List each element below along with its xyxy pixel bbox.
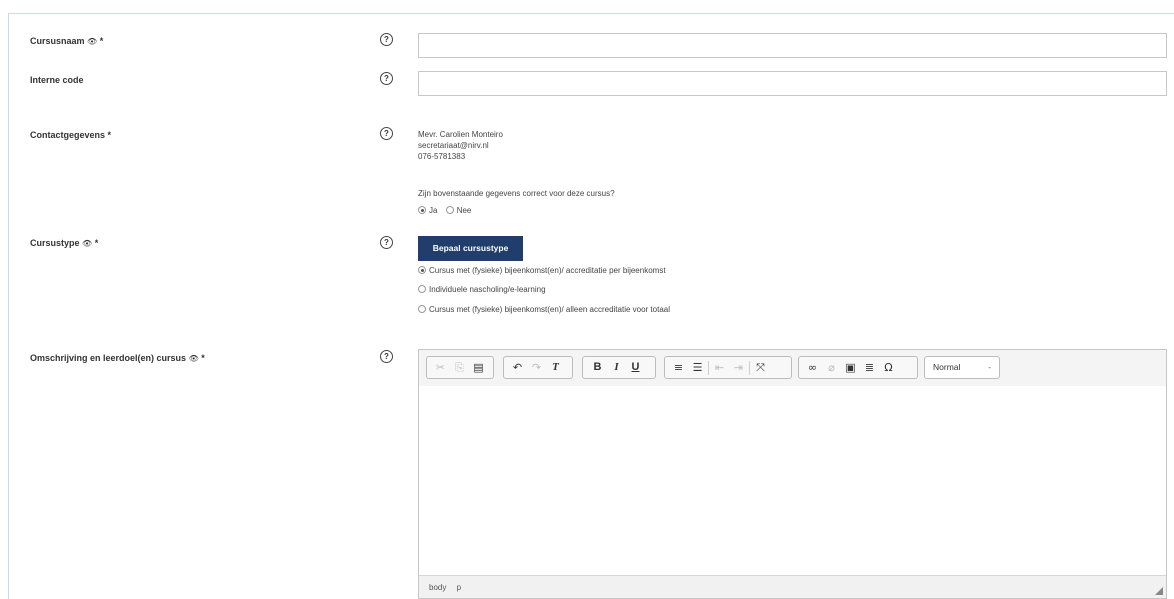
- bold-icon[interactable]: B: [588, 358, 607, 377]
- radio-ja-label: Ja: [429, 206, 438, 215]
- editor-toolbar: ✂ ⎘ ▤ ↶ ↷ T B I U ≡ ☰ ⇤ ⇥ ⤧ ∞ ⌀ ▣ ≣ Ω No…: [419, 350, 1166, 387]
- radio-checked-icon[interactable]: [418, 206, 426, 214]
- contact-phone: 076-5781383: [418, 152, 466, 161]
- cursusnaam-label-text: Cursusnaam: [30, 36, 85, 46]
- contactgegevens-label-text: Contactgegevens: [30, 130, 106, 140]
- help-icon[interactable]: ?: [380, 72, 393, 85]
- omschrijving-label-text: Omschrijving en leerdoel(en) cursus: [30, 353, 187, 363]
- cursustype-option-0[interactable]: Cursus met (fysieke) bijeenkomst(en)/ ac…: [418, 266, 666, 275]
- radio-unchecked-icon[interactable]: [418, 305, 426, 313]
- radio-unchecked-icon[interactable]: [418, 285, 426, 293]
- paste-icon[interactable]: ▤: [469, 358, 488, 377]
- resize-handle-icon[interactable]: [1155, 587, 1163, 595]
- cursustype-label: Cursustype 👁 *: [30, 238, 98, 248]
- outdent-icon[interactable]: ⇤: [710, 358, 729, 377]
- cursustype-option-label: Cursus met (fysieke) bijeenkomst(en)/ ac…: [429, 266, 666, 275]
- history-group: ↶ ↷ T: [503, 356, 573, 379]
- unlink-icon[interactable]: ⌀: [822, 358, 841, 377]
- radio-ja[interactable]: Ja: [418, 206, 437, 215]
- required-marker: *: [107, 130, 112, 140]
- path-item-p[interactable]: p: [457, 583, 461, 592]
- contact-question: Zijn bovenstaande gegevens correct voor …: [418, 189, 615, 198]
- path-item-body[interactable]: body: [429, 583, 446, 592]
- numbered-list-icon[interactable]: ≡: [669, 358, 688, 377]
- remove-format-icon[interactable]: T: [546, 358, 565, 377]
- toolbar-separator: [708, 360, 709, 375]
- rich-text-editor: ✂ ⎘ ▤ ↶ ↷ T B I U ≡ ☰ ⇤ ⇥ ⤧ ∞ ⌀ ▣ ≣ Ω No…: [418, 349, 1167, 599]
- help-icon[interactable]: ?: [380, 33, 393, 46]
- format-select-value: Normal: [933, 362, 961, 372]
- contact-name: Mevr. Carolien Monteiro: [418, 130, 503, 139]
- help-icon[interactable]: ?: [380, 350, 393, 363]
- indent-icon[interactable]: ⇥: [729, 358, 748, 377]
- copy-icon[interactable]: ⎘: [450, 358, 469, 377]
- clipboard-group: ✂ ⎘ ▤: [426, 356, 494, 379]
- horizontal-line-icon[interactable]: ≣: [860, 358, 879, 377]
- contact-email: secretariaat@nirv.nl: [418, 141, 489, 150]
- omschrijving-label: Omschrijving en leerdoel(en) cursus 👁 *: [30, 353, 205, 363]
- eye-icon: 👁: [87, 37, 98, 46]
- contact-confirm-radios: Ja Nee: [418, 206, 471, 215]
- cursustype-option-1[interactable]: Individuele nascholing/e-learning: [418, 285, 546, 294]
- eye-icon: 👁: [188, 354, 199, 363]
- maximize-icon[interactable]: ⤧: [751, 358, 770, 377]
- required-marker: *: [99, 36, 104, 46]
- toolbar-separator: [749, 360, 750, 375]
- chevron-down-icon: -: [988, 363, 991, 372]
- element-path: body p: [429, 583, 469, 592]
- contactgegevens-label: Contactgegevens *: [30, 130, 111, 140]
- contact-details: Mevr. Carolien Monteiro secretariaat@nir…: [418, 129, 503, 162]
- interne-code-label-text: Interne code: [30, 75, 84, 85]
- cursusnaam-input[interactable]: [418, 33, 1167, 58]
- undo-icon[interactable]: ↶: [508, 358, 527, 377]
- radio-nee-label: Nee: [456, 206, 472, 215]
- bulleted-list-icon[interactable]: ☰: [688, 358, 707, 377]
- cursustype-option-2[interactable]: Cursus met (fysieke) bijeenkomst(en)/ al…: [418, 305, 670, 314]
- italic-icon[interactable]: I: [607, 358, 626, 377]
- basic-styles-group: B I U: [582, 356, 656, 379]
- bepaal-cursustype-button[interactable]: Bepaal cursustype: [418, 236, 523, 261]
- cut-icon[interactable]: ✂: [431, 358, 450, 377]
- paragraph-group: ≡ ☰ ⇤ ⇥ ⤧: [664, 356, 792, 379]
- help-icon[interactable]: ?: [380, 236, 393, 249]
- cursusnaam-label: Cursusnaam 👁 *: [30, 36, 103, 46]
- underline-icon[interactable]: U: [626, 358, 645, 377]
- redo-icon[interactable]: ↷: [527, 358, 546, 377]
- special-char-icon[interactable]: Ω: [879, 358, 898, 377]
- radio-checked-icon[interactable]: [418, 266, 426, 274]
- editor-content-area[interactable]: [419, 386, 1166, 576]
- radio-nee[interactable]: Nee: [445, 206, 472, 215]
- cursustype-option-label: Cursus met (fysieke) bijeenkomst(en)/ al…: [429, 305, 670, 314]
- interne-code-label: Interne code: [30, 75, 84, 85]
- editor-statusbar: body p: [419, 575, 1166, 598]
- required-marker: *: [94, 238, 99, 248]
- cursustype-option-label: Individuele nascholing/e-learning: [429, 285, 546, 294]
- radio-unchecked-icon[interactable]: [445, 206, 454, 214]
- format-select[interactable]: Normal -: [924, 356, 1000, 379]
- required-marker: *: [201, 353, 205, 363]
- link-icon[interactable]: ∞: [803, 358, 822, 377]
- help-icon[interactable]: ?: [380, 127, 393, 140]
- interne-code-input[interactable]: [418, 71, 1167, 96]
- eye-icon: 👁: [82, 239, 93, 248]
- insert-group: ∞ ⌀ ▣ ≣ Ω: [798, 356, 918, 379]
- image-icon[interactable]: ▣: [841, 358, 860, 377]
- cursustype-label-text: Cursustype: [30, 238, 80, 248]
